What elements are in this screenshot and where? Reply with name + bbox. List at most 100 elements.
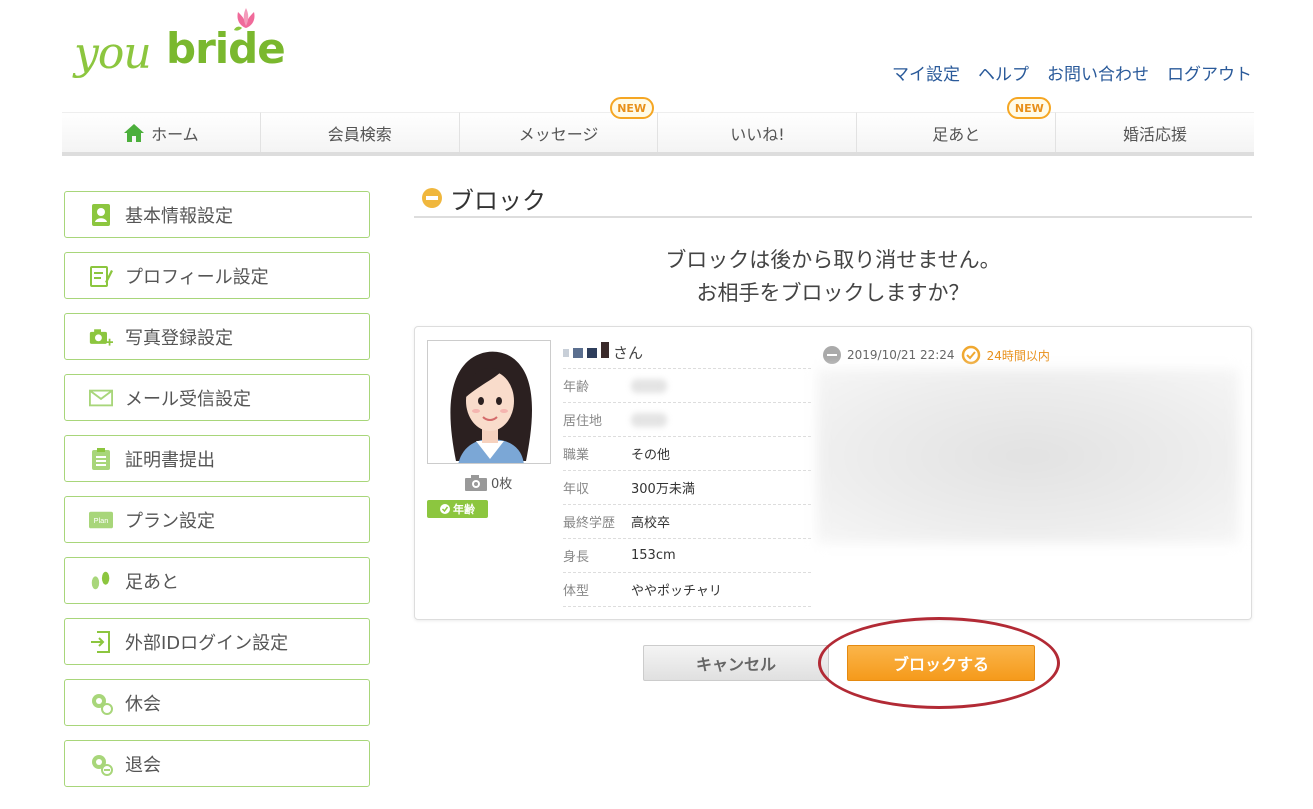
blurred-value	[631, 378, 667, 393]
plan-icon-text: Plan	[94, 515, 109, 524]
blurred-value	[631, 412, 667, 427]
row-value: その他	[631, 448, 671, 463]
confirm-message-line1: ブロックは後から取り消せません。	[665, 248, 1001, 272]
nav-label: ホーム	[151, 124, 199, 144]
sidebar-item-label: 基本情報設定	[125, 205, 233, 227]
photo-count-value: 0枚	[491, 477, 513, 492]
settings-sidebar: 基本情報設定 プロフィール設定 写真登録設定 メール受信設定 証明書提出 Pla…	[64, 191, 370, 801]
sidebar-item-photo[interactable]: 写真登録設定	[64, 313, 370, 360]
nav-label: メッセージ	[518, 124, 599, 144]
photo-count: 0枚	[465, 473, 512, 492]
contact-link[interactable]: お問い合わせ	[1047, 60, 1149, 85]
profile-row-education: 最終学歴 高校卒	[563, 505, 811, 539]
name-suffix: さん	[613, 344, 644, 362]
help-link[interactable]: ヘルプ	[978, 60, 1029, 85]
sidebar-item-label: 休会	[125, 693, 161, 715]
nav-member-search[interactable]: 会員検索	[260, 112, 460, 152]
nav-label: 婚活応援	[1123, 124, 1188, 144]
sidebar-item-label: メール受信設定	[125, 388, 251, 410]
main-content: ブロック ブロックは後から取り消せません。 お相手をブロックしますか？ 0枚 年…	[414, 180, 1252, 620]
nav-footprints[interactable]: 足あと NEW	[857, 97, 1057, 152]
logo-text-bride: bride	[166, 24, 286, 73]
row-value: 300万未満	[631, 482, 695, 497]
sidebar-item-label: プロフィール設定	[125, 266, 269, 288]
row-value: ややポッチャリ	[631, 584, 722, 599]
sidebar-item-certificate[interactable]: 証明書提出	[64, 435, 370, 482]
page-heading: ブロック	[414, 180, 1252, 218]
avatar-illustration-icon	[450, 351, 532, 463]
plan-icon: Plan	[89, 508, 113, 532]
row-key: 最終学歴	[563, 516, 616, 531]
nav-likes[interactable]: いいね!	[658, 112, 858, 152]
masked-name	[563, 341, 609, 358]
new-badge: NEW	[1007, 97, 1052, 119]
envelope-icon	[89, 386, 113, 410]
row-key: 居住地	[563, 414, 603, 429]
row-key: 年収	[563, 482, 590, 497]
blurred-intro	[817, 369, 1239, 543]
nav-label: いいね!	[730, 124, 785, 144]
profile-card: 0枚 年齢 さん 年齢 居住地 職業 その他 年収 300万未満 最終学歴 高校…	[414, 326, 1252, 620]
camera-icon	[465, 474, 487, 491]
sidebar-item-label: 外部IDログイン設定	[125, 632, 289, 654]
check-icon	[440, 504, 450, 514]
sidebar-item-external-login[interactable]: 外部IDログイン設定	[64, 618, 370, 665]
sidebar-item-label: 証明書提出	[125, 449, 215, 471]
nav-support[interactable]: 婚活応援	[1056, 112, 1254, 152]
gear-remove-icon	[89, 752, 113, 776]
sidebar-item-mail[interactable]: メール受信設定	[64, 374, 370, 421]
logo-text-you: you	[74, 28, 152, 79]
edit-note-icon	[89, 264, 113, 288]
sidebar-item-label: 写真登録設定	[125, 327, 233, 349]
row-value: 高校卒	[631, 516, 671, 531]
logout-link[interactable]: ログアウト	[1167, 60, 1252, 85]
site-logo[interactable]: you bride	[74, 8, 294, 82]
minus-circle-icon	[823, 346, 841, 364]
sidebar-item-label: 退会	[125, 754, 161, 776]
minus-circle-icon	[422, 188, 442, 208]
block-button[interactable]: ブロックする	[847, 645, 1035, 681]
confirm-message: ブロックは後から取り消せません。 お相手をブロックしますか？	[414, 244, 1252, 310]
my-settings-link[interactable]: マイ設定	[892, 60, 960, 85]
clock-icon	[961, 345, 980, 365]
profile-row-occupation: 職業 その他	[563, 437, 811, 471]
sidebar-item-label: プラン設定	[125, 510, 215, 532]
contact-card-icon	[89, 203, 113, 227]
global-nav: ホーム 会員検索 メッセージ NEW いいね! 足あと NEW 婚活応援	[62, 97, 1254, 156]
sidebar-item-label: 足あと	[125, 571, 179, 593]
login-arrow-icon	[89, 630, 113, 654]
profile-info: さん 年齢 居住地 職業 その他 年収 300万未満 最終学歴 高校卒 身長 1…	[563, 337, 811, 607]
home-icon	[124, 123, 145, 142]
last-login-time: 2019/10/21 22:24	[847, 348, 955, 362]
nav-messages[interactable]: メッセージ NEW	[459, 97, 659, 152]
cancel-button[interactable]: キャンセル	[643, 645, 829, 681]
header-links: マイ設定 ヘルプ お問い合わせ ログアウト	[892, 60, 1252, 85]
clipboard-icon	[89, 447, 113, 471]
new-badge: NEW	[609, 97, 654, 119]
sidebar-item-withdraw[interactable]: 退会	[64, 740, 370, 787]
login-status: 2019/10/21 22:24 24時間以内	[823, 345, 1050, 365]
recent-login-label: 24時間以内	[986, 348, 1050, 363]
profile-photo[interactable]	[427, 340, 551, 464]
profile-name: さん	[563, 337, 811, 369]
camera-add-icon	[89, 325, 113, 349]
row-key: 年齢	[563, 380, 590, 395]
nav-home[interactable]: ホーム	[62, 112, 261, 152]
row-value: 153cm	[631, 548, 676, 563]
row-key: 体型	[563, 584, 590, 599]
sidebar-item-footprints[interactable]: 足あと	[64, 557, 370, 604]
profile-row-residence: 居住地	[563, 403, 811, 437]
sidebar-item-profile[interactable]: プロフィール設定	[64, 252, 370, 299]
flower-icon	[234, 8, 255, 31]
row-key: 職業	[563, 448, 590, 463]
gear-pause-icon	[89, 691, 113, 715]
confirm-message-line2: お相手をブロックしますか？	[696, 281, 970, 305]
age-verified-badge: 年齢	[427, 500, 488, 518]
profile-row-age: 年齢	[563, 369, 811, 403]
sidebar-item-pause[interactable]: 休会	[64, 679, 370, 726]
sidebar-item-plan[interactable]: Plan プラン設定	[64, 496, 370, 543]
sidebar-item-basic-info[interactable]: 基本情報設定	[64, 191, 370, 238]
nav-label: 会員検索	[327, 124, 392, 144]
profile-row-income: 年収 300万未満	[563, 471, 811, 505]
profile-row-height: 身長 153cm	[563, 539, 811, 573]
